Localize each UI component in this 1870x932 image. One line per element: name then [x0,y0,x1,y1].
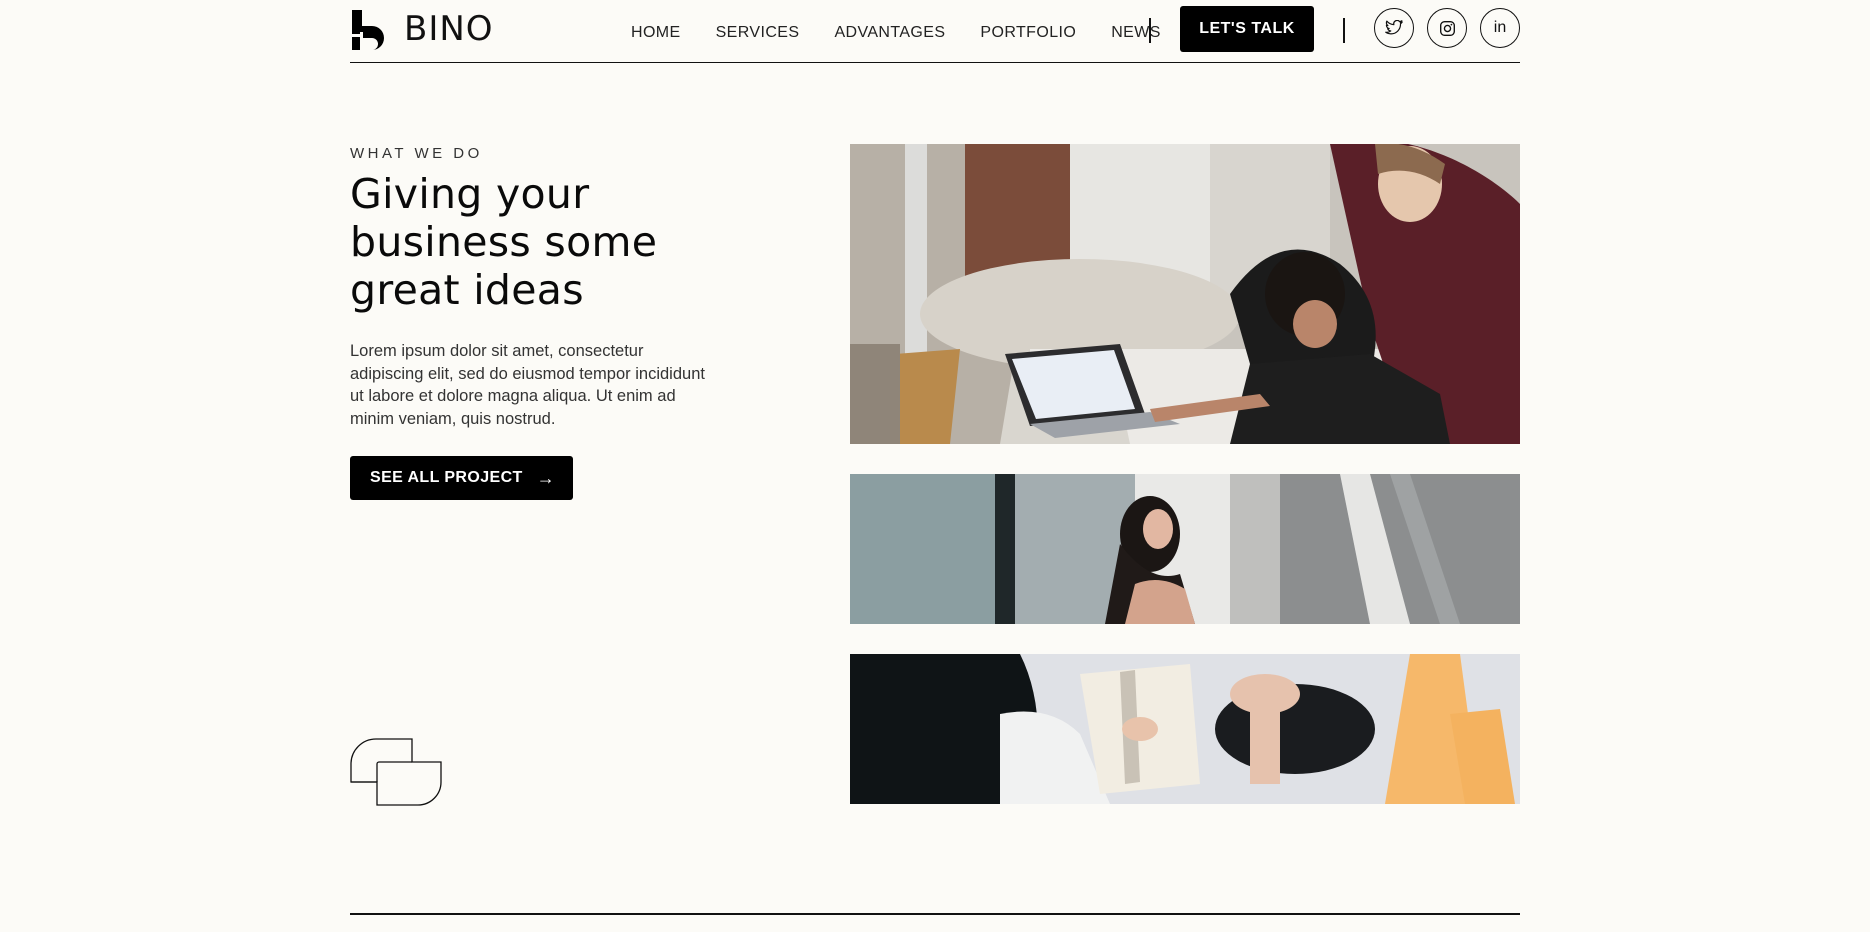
woman-window-photo [850,474,1520,624]
instagram-button[interactable] [1427,8,1467,48]
twitter-icon [1385,20,1403,35]
nav-advantages[interactable]: ADVANTAGES [834,24,945,42]
nav-home[interactable]: HOME [631,24,681,42]
linkedin-icon: in [1493,19,1507,36]
see-all-project-label: SEE ALL PROJECT [370,469,523,486]
section-eyebrow: WHAT WE DO [350,145,483,162]
bino-logo-icon [352,10,384,50]
nav-portfolio[interactable]: PORTFOLIO [980,24,1076,42]
instagram-icon [1439,20,1455,36]
section-description: Lorem ipsum dolor sit amet, consectetur … [350,342,705,428]
team-working-photo [850,144,1520,444]
desk-notebook-photo [850,654,1520,804]
main-nav: HOME SERVICES ADVANTAGES PORTFOLIO NEWS [631,24,1196,42]
brand-name: BINO [404,9,494,49]
social-divider [1343,18,1345,43]
decorative-shape-icon [350,738,442,806]
twitter-button[interactable] [1374,8,1414,48]
section-divider [350,913,1520,915]
linkedin-button[interactable]: in [1480,8,1520,48]
section-headline: Giving your business some great ideas [350,170,658,314]
arrow-right-icon: → [536,467,556,488]
see-all-project-button[interactable]: SEE ALL PROJECT → [350,456,573,500]
lets-talk-button[interactable]: LET'S TALK [1180,6,1314,52]
site-header: BINO HOME SERVICES ADVANTAGES PORTFOLIO … [350,0,1520,63]
nav-news[interactable]: NEWS [1111,24,1161,42]
nav-services[interactable]: SERVICES [716,24,800,42]
nav-divider [1149,18,1151,43]
brand-logo[interactable]: BINO [350,8,494,50]
